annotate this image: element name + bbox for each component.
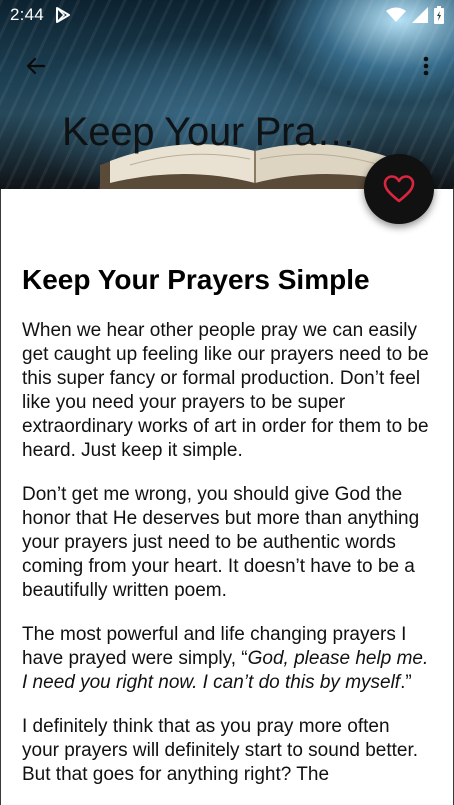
- status-bar: 2:44: [0, 0, 454, 30]
- more-vertical-icon: [423, 56, 429, 76]
- heart-outline-icon: [383, 175, 415, 203]
- article-paragraph: The most powerful and life changing pray…: [22, 623, 431, 695]
- favorite-button[interactable]: [364, 154, 434, 224]
- paragraph-tail-text: .”: [400, 672, 412, 693]
- wifi-icon: [386, 7, 406, 22]
- back-button[interactable]: [16, 46, 56, 86]
- article-title: Keep Your Prayers Simple: [22, 264, 370, 295]
- more-options-button[interactable]: [406, 46, 446, 86]
- article-paragraph: When we hear other people pray we can ea…: [22, 320, 429, 461]
- status-time: 2:44: [10, 5, 44, 24]
- battery-icon: [434, 6, 444, 24]
- signal-icon: [412, 7, 428, 23]
- collapsing-toolbar-title: Keep Your Pra…: [62, 110, 356, 154]
- play-store-icon: [55, 7, 70, 23]
- article-paragraph: I definitely think that as you pray more…: [22, 716, 419, 785]
- arrow-left-icon: [26, 57, 46, 75]
- article-content[interactable]: Keep Your Prayers Simple When we hear ot…: [0, 189, 454, 805]
- article-paragraph: Don’t get me wrong, you should give God …: [22, 484, 420, 601]
